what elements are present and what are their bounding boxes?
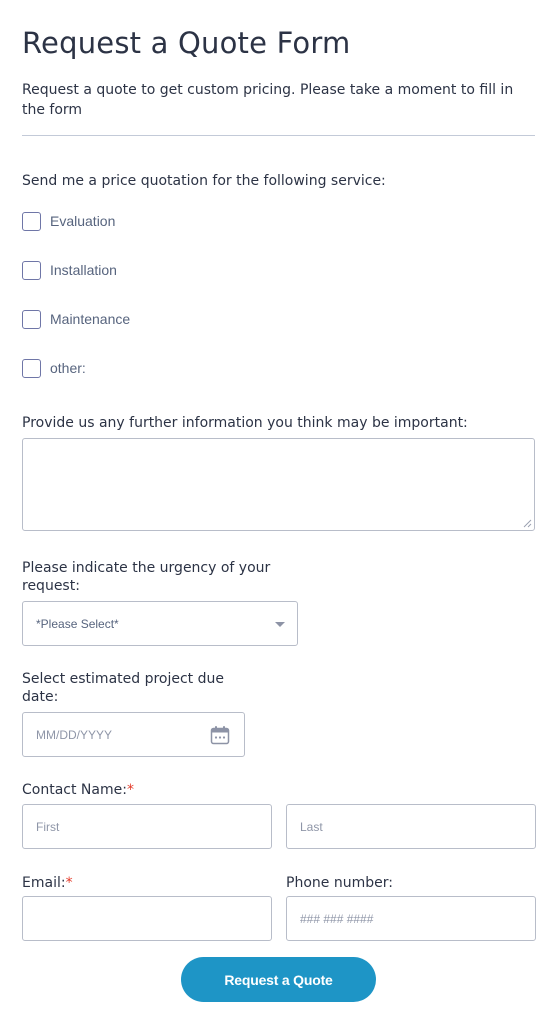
last-name-input[interactable]: Last [286, 804, 536, 849]
last-name-placeholder: Last [300, 819, 323, 834]
first-name-placeholder: First [36, 819, 60, 834]
services-label: Send me a price quotation for the follow… [22, 173, 386, 189]
resize-grip-icon[interactable] [523, 519, 532, 528]
evaluation-checkbox[interactable] [22, 211, 41, 231]
phone-label: Phone number: [286, 875, 393, 891]
due-date-label-line2: date: [22, 689, 59, 705]
installation-checkbox[interactable] [22, 260, 41, 280]
further-info-label: Provide us any further information you t… [22, 415, 468, 431]
email-input[interactable] [22, 896, 272, 941]
maintenance-label[interactable]: Maintenance [50, 311, 130, 327]
due-date-input[interactable]: MM/DD/YYYY [22, 712, 245, 757]
due-date-placeholder: MM/DD/YYYY [36, 727, 113, 742]
contact-name-label-text: Contact Name: [22, 782, 127, 798]
urgency-label-line2: request: [22, 578, 80, 594]
calendar-icon[interactable] [210, 725, 230, 745]
urgency-selected-value: *Please Select* [36, 616, 119, 631]
required-asterisk: * [65, 875, 73, 891]
checkbox-option-other[interactable]: other: [22, 358, 86, 378]
checkbox-option-maintenance[interactable]: Maintenance [22, 309, 130, 329]
required-asterisk: * [126, 782, 134, 798]
further-info-textarea[interactable] [22, 438, 535, 531]
due-date-label-line1: Select estimated project due [22, 671, 224, 687]
email-label: Email:* [22, 874, 73, 892]
chevron-down-icon [275, 622, 285, 627]
urgency-label-line1: Please indicate the urgency of your [22, 560, 271, 576]
first-name-input[interactable]: First [22, 804, 272, 849]
form-title: Request a Quote Form [22, 26, 351, 60]
urgency-select[interactable]: *Please Select* [22, 601, 298, 646]
evaluation-label[interactable]: Evaluation [50, 213, 115, 229]
maintenance-checkbox[interactable] [22, 309, 41, 329]
phone-placeholder: ### ### #### [300, 911, 374, 926]
checkbox-option-evaluation[interactable]: Evaluation [22, 211, 115, 231]
other-checkbox[interactable] [22, 358, 41, 378]
request-quote-button[interactable]: Request a Quote [181, 957, 376, 1002]
email-label-text: Email: [22, 875, 66, 891]
contact-name-label: Contact Name:* [22, 781, 134, 799]
checkbox-option-installation[interactable]: Installation [22, 260, 117, 280]
installation-label[interactable]: Installation [50, 262, 117, 278]
phone-input[interactable]: ### ### #### [286, 896, 536, 941]
form-subtitle: Request a quote to get custom pricing. P… [22, 82, 514, 118]
header-divider [22, 135, 535, 136]
other-label[interactable]: other: [50, 360, 86, 376]
